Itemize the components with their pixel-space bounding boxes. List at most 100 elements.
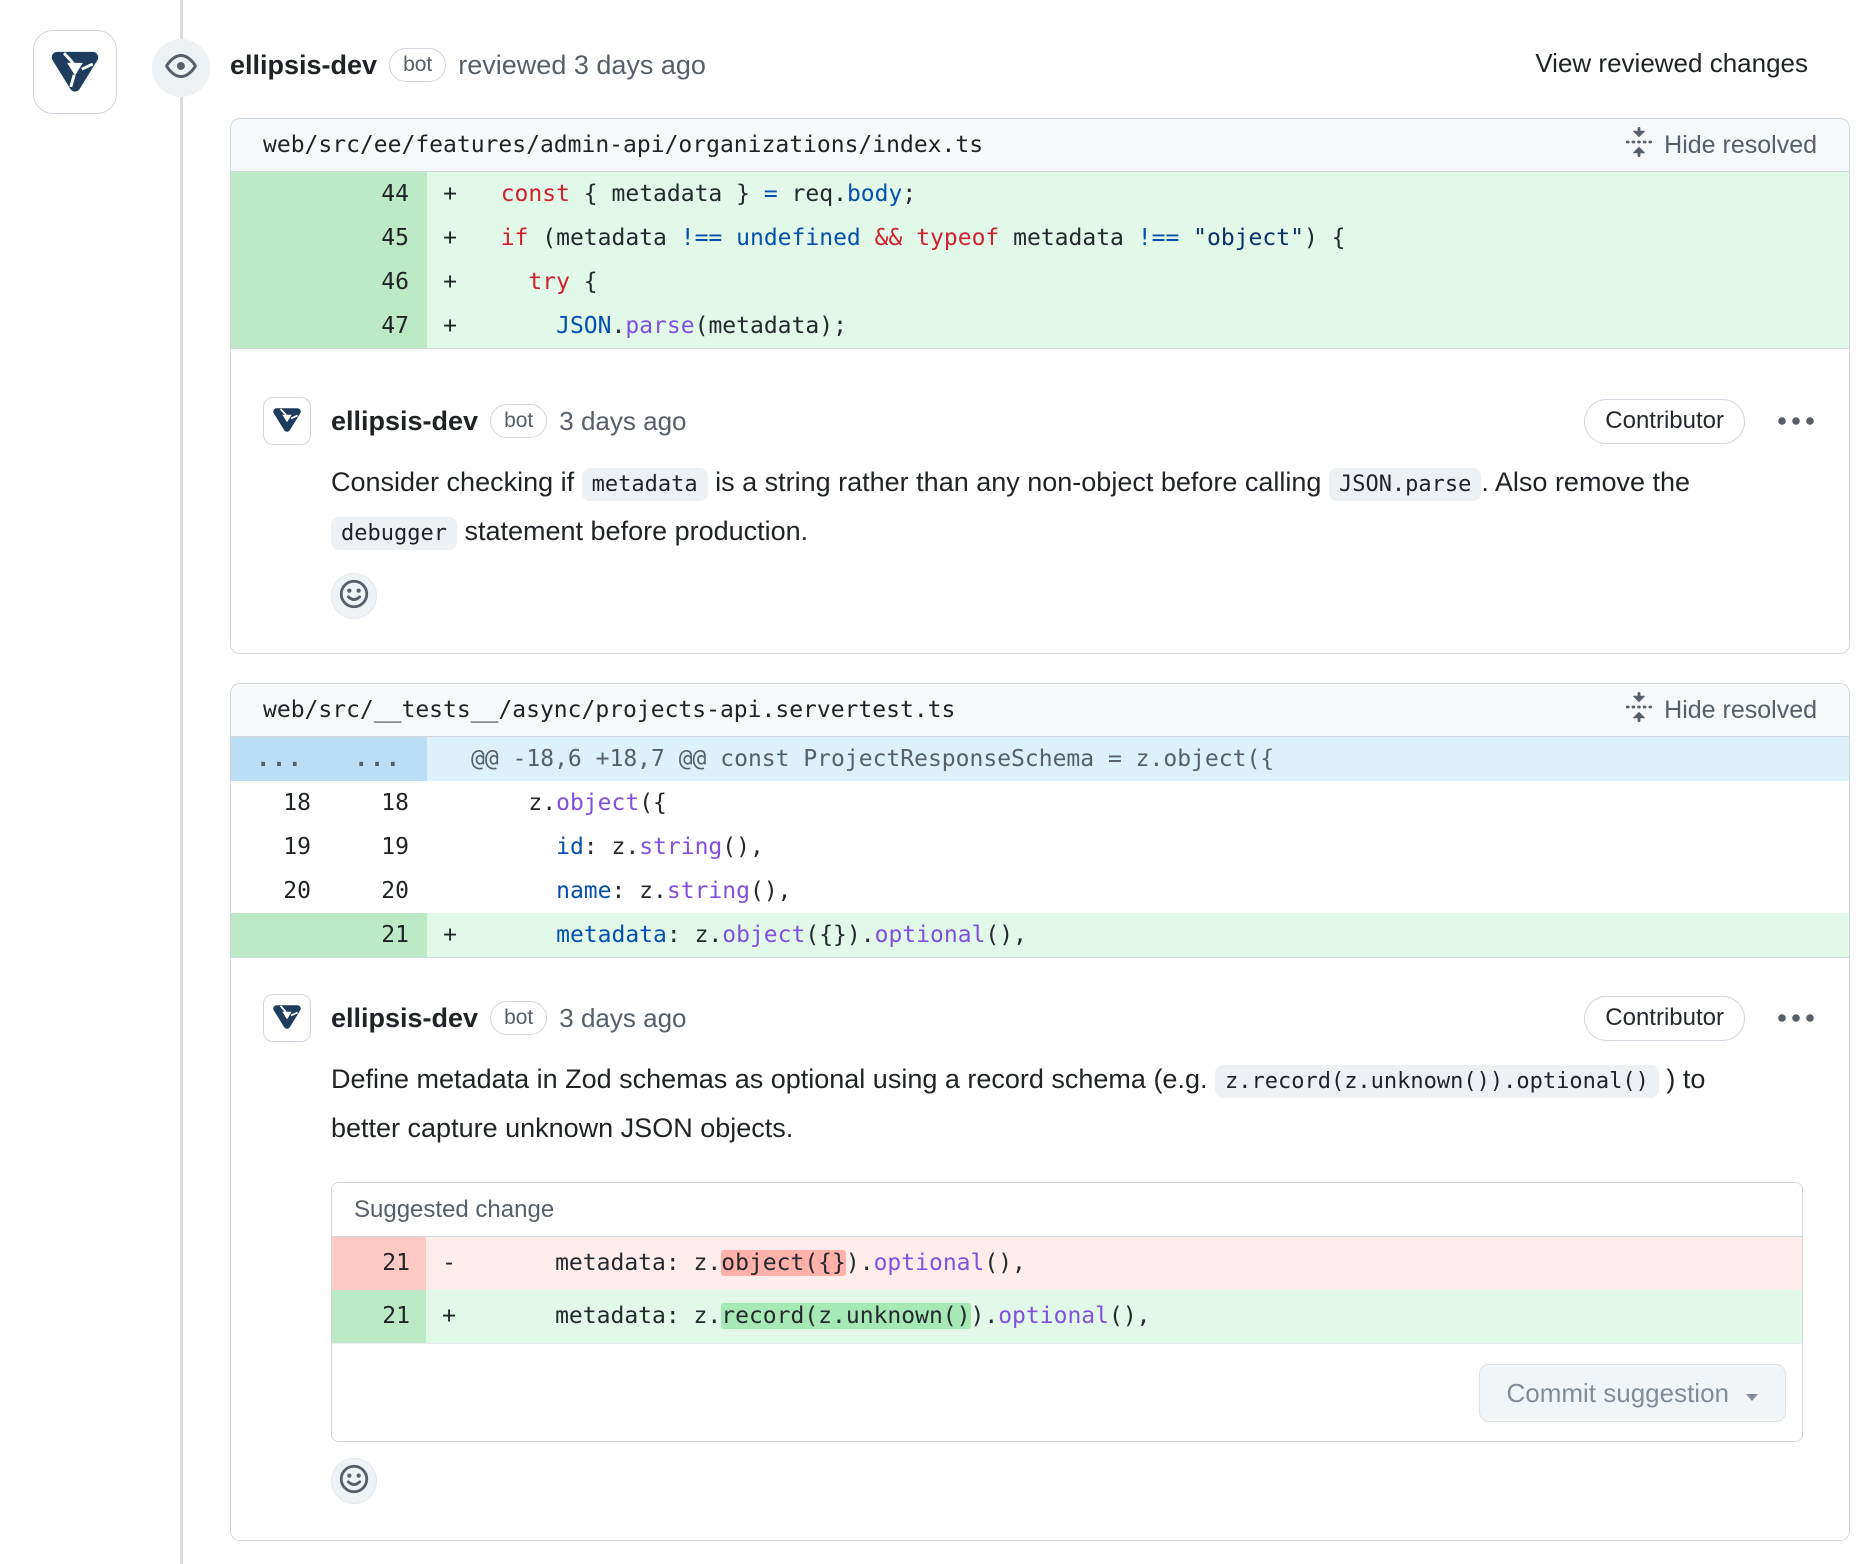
old-line-number: 18 — [231, 781, 329, 825]
old-line-number — [231, 216, 329, 260]
suggestion-footer: Commit suggestion — [332, 1343, 1802, 1441]
diff-sign: + — [427, 172, 473, 216]
comment-timestamp[interactable]: 3 days ago — [559, 406, 686, 437]
diff-block: ... ... @@ -18,6 +18,7 @@ const ProjectR… — [231, 737, 1849, 958]
old-line-number — [231, 260, 329, 304]
new-line-number: 21 — [329, 913, 427, 957]
diff-line: 19 19 id: z.string(), — [231, 825, 1849, 869]
avatar[interactable] — [33, 30, 117, 114]
new-line-number: 47 — [329, 304, 427, 348]
diff-sign: + — [426, 1290, 472, 1343]
diff-sign: + — [427, 304, 473, 348]
bot-badge: bot — [490, 1001, 547, 1035]
file-path-link[interactable]: web/src/__tests__/async/projects-api.ser… — [263, 697, 955, 723]
new-line-number: 45 — [329, 216, 427, 260]
code-line: metadata: z.object({}).optional(), — [472, 1237, 1802, 1290]
code-line: name: z.string(), — [473, 869, 1849, 913]
review-action-text: reviewed 3 days ago — [458, 50, 706, 81]
diff-line: 46 + try { — [231, 260, 1849, 304]
comment-text-line: better capture unknown JSON objects. — [331, 1105, 1817, 1152]
comment-text-line: Define metadata in Zod schemas as option… — [331, 1056, 1817, 1105]
diff-sign: + — [427, 913, 473, 957]
comment-body: Consider checking if metadata is a strin… — [331, 459, 1817, 557]
diff-sign: + — [427, 260, 473, 304]
suggested-change-title: Suggested change — [332, 1183, 1802, 1237]
code-line: z.object({ — [473, 781, 1849, 825]
new-line-number: 20 — [329, 869, 427, 913]
diff-sign: - — [426, 1237, 472, 1290]
add-reaction-button[interactable] — [331, 1458, 377, 1504]
diff-line: 44 + const { metadata } = req.body; — [231, 172, 1849, 216]
contributor-badge: Contributor — [1584, 996, 1745, 1041]
hunk-old-dots: ... — [231, 737, 329, 781]
code-line: id: z.string(), — [473, 825, 1849, 869]
new-line-number: 19 — [329, 825, 427, 869]
comment-text-line: debugger statement before production. — [331, 508, 1817, 557]
eye-icon — [165, 50, 197, 87]
comment-author[interactable]: ellipsis-dev — [331, 406, 478, 437]
diff-sign — [427, 869, 473, 913]
view-reviewed-changes-link[interactable]: View reviewed changes — [1535, 48, 1808, 79]
bot-badge: bot — [389, 48, 446, 82]
commit-suggestion-label: Commit suggestion — [1506, 1378, 1729, 1409]
diff-sign — [427, 781, 473, 825]
avatar[interactable] — [263, 397, 311, 445]
code-line: JSON.parse(metadata); — [473, 304, 1849, 348]
old-line-number: 20 — [231, 869, 329, 913]
review-comment-card: web/src/__tests__/async/projects-api.ser… — [230, 683, 1850, 1541]
old-line-number — [231, 172, 329, 216]
code-line: if (metadata !== undefined && typeof met… — [473, 216, 1849, 260]
suggestion-addition-line: 21 + metadata: z.record(z.unknown()).opt… — [332, 1290, 1802, 1343]
hide-resolved-button[interactable]: Hide resolved — [1624, 127, 1817, 164]
comment: ellipsis-dev bot 3 days ago Contributor … — [231, 349, 1849, 653]
code-line: const { metadata } = req.body; — [473, 172, 1849, 216]
review-thread: ellipsis-dev bot reviewed 3 days ago Vie… — [0, 0, 1858, 1564]
diff-block: 44 + const { metadata } = req.body; 45 +… — [231, 172, 1849, 349]
diff-line: 45 + if (metadata !== undefined && typeo… — [231, 216, 1849, 260]
review-author[interactable]: ellipsis-dev — [230, 50, 377, 81]
caret-down-icon — [1745, 1378, 1759, 1409]
ellipsis-logo-icon — [48, 43, 102, 102]
ellipsis-logo-icon — [271, 403, 303, 440]
file-path-link[interactable]: web/src/ee/features/admin-api/organizati… — [263, 132, 983, 158]
line-number: 21 — [332, 1237, 426, 1290]
file-header: web/src/__tests__/async/projects-api.ser… — [231, 684, 1849, 737]
contributor-badge: Contributor — [1584, 399, 1745, 444]
review-comment-card: web/src/ee/features/admin-api/organizati… — [230, 118, 1850, 654]
comment-body: Define metadata in Zod schemas as option… — [331, 1056, 1817, 1152]
diff-sign — [427, 825, 473, 869]
diff-line: 18 18 z.object({ — [231, 781, 1849, 825]
comment-timestamp[interactable]: 3 days ago — [559, 1003, 686, 1034]
line-number: 21 — [332, 1290, 426, 1343]
new-line-number: 44 — [329, 172, 427, 216]
file-header: web/src/ee/features/admin-api/organizati… — [231, 119, 1849, 172]
hunk-header-line: ... ... @@ -18,6 +18,7 @@ const ProjectR… — [231, 737, 1849, 781]
hunk-header-text: @@ -18,6 +18,7 @@ const ProjectResponseS… — [427, 737, 1849, 781]
fold-icon — [1624, 127, 1654, 164]
comment-author[interactable]: ellipsis-dev — [331, 1003, 478, 1034]
bot-badge: bot — [490, 404, 547, 438]
review-event-badge — [152, 39, 210, 97]
ellipsis-logo-icon — [271, 1000, 303, 1037]
kebab-menu-icon[interactable] — [1775, 412, 1817, 430]
diff-line: 20 20 name: z.string(), — [231, 869, 1849, 913]
kebab-menu-icon[interactable] — [1775, 1009, 1817, 1027]
add-reaction-button[interactable] — [331, 573, 377, 619]
hide-resolved-button[interactable]: Hide resolved — [1624, 692, 1817, 729]
timeline-line — [180, 0, 183, 1564]
smiley-icon — [337, 577, 371, 616]
old-line-number — [231, 304, 329, 348]
new-line-number: 46 — [329, 260, 427, 304]
commit-suggestion-button[interactable]: Commit suggestion — [1479, 1364, 1786, 1422]
comment-text-line: Consider checking if metadata is a strin… — [331, 459, 1817, 508]
avatar[interactable] — [263, 994, 311, 1042]
fold-icon — [1624, 692, 1654, 729]
old-line-number — [231, 913, 329, 957]
new-line-number: 18 — [329, 781, 427, 825]
suggested-change-block: Suggested change 21 - metadata: z.object… — [331, 1182, 1803, 1442]
code-line: try { — [473, 260, 1849, 304]
comment: ellipsis-dev bot 3 days ago Contributor … — [231, 958, 1849, 1540]
smiley-icon — [337, 1462, 371, 1501]
hide-resolved-label: Hide resolved — [1664, 696, 1817, 725]
code-line: metadata: z.record(z.unknown()).optional… — [472, 1290, 1802, 1343]
